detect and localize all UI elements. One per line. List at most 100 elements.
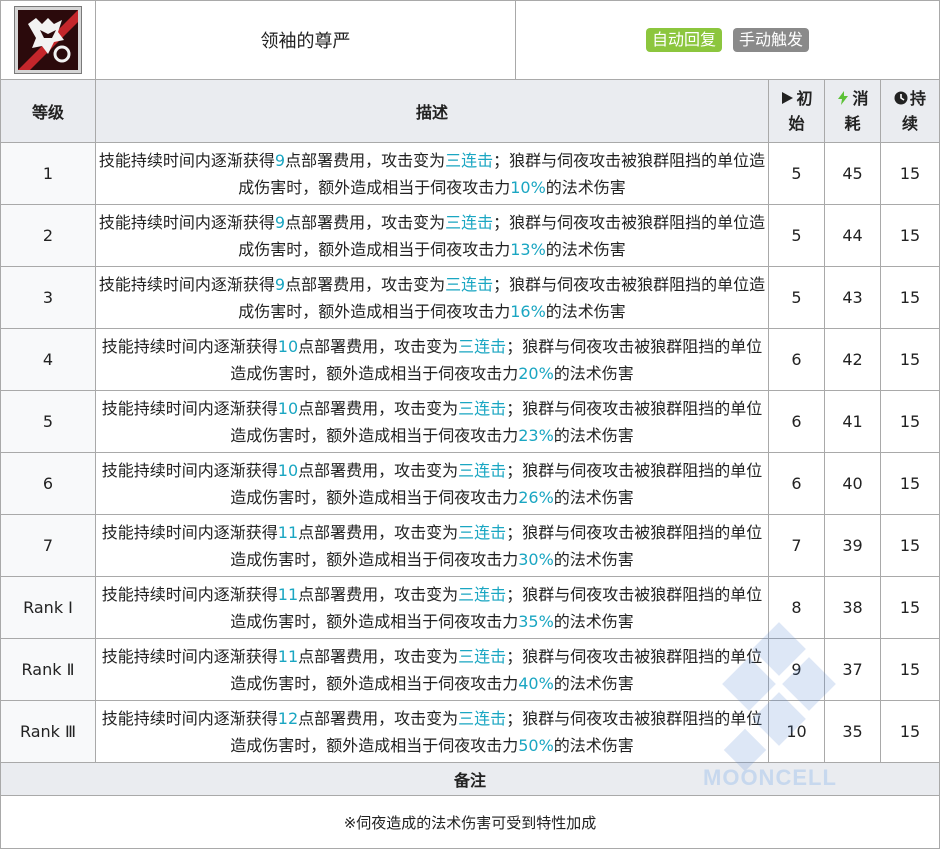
description-cell: 技能持续时间内逐渐获得11点部署费用，攻击变为三连击；狼群与伺夜攻击被狼群阻挡的… xyxy=(95,638,769,701)
skill-levels-body: 1 技能持续时间内逐渐获得9点部署费用，攻击变为三连击；狼群与伺夜攻击被狼群阻挡的… xyxy=(0,142,940,763)
duration-cell: 15 xyxy=(880,576,940,639)
description-text: 的法术伤害 xyxy=(545,239,626,259)
description-text: 点部署费用，攻击变为 xyxy=(285,212,446,232)
description-text: 的法术伤害 xyxy=(545,301,626,321)
attack-mode-text: 三连击 xyxy=(445,212,494,232)
description-text: 的法术伤害 xyxy=(545,177,626,197)
description-text: 点部署费用，攻击变为 xyxy=(298,460,459,480)
description-text: 点部署费用，攻击变为 xyxy=(298,584,459,604)
damage-percent-value: 50% xyxy=(518,735,554,755)
description-text: 点部署费用，攻击变为 xyxy=(298,398,459,418)
initial-sp-cell: 8 xyxy=(768,576,825,639)
damage-percent-value: 26% xyxy=(518,487,554,507)
sp-cost-cell: 41 xyxy=(824,390,881,453)
sp-gain-value: 10 xyxy=(277,398,299,418)
notes-row: ※伺夜造成的法术伤害可受到特性加成 xyxy=(0,795,940,849)
description-text: 点部署费用，攻击变为 xyxy=(298,646,459,666)
sp-gain-value: 10 xyxy=(277,460,299,480)
description-text: 的法术伤害 xyxy=(553,425,634,445)
damage-percent-value: 10% xyxy=(510,177,546,197)
description-text: 技能持续时间内逐渐获得 xyxy=(101,460,278,480)
attack-mode-text: 三连击 xyxy=(445,274,494,294)
sp-gain-value: 11 xyxy=(277,584,299,604)
description-text: 点部署费用，攻击变为 xyxy=(298,522,459,542)
level-column-header: 等级 xyxy=(0,79,96,143)
duration-cell: 15 xyxy=(880,452,940,515)
column-header-row: 等级 描述 初 始 消 耗 持 续 xyxy=(0,79,940,143)
auto-recovery-badge: 自动回复 xyxy=(645,28,722,52)
description-cell: 技能持续时间内逐渐获得9点部署费用，攻击变为三连击；狼群与伺夜攻击被狼群阻挡的单… xyxy=(95,266,769,329)
description-cell: 技能持续时间内逐渐获得10点部署费用，攻击变为三连击；狼群与伺夜攻击被狼群阻挡的… xyxy=(95,328,769,391)
duration-cell: 15 xyxy=(880,514,940,577)
duration-cell: 15 xyxy=(880,142,940,205)
description-text: 点部署费用，攻击变为 xyxy=(285,274,446,294)
description-cell: 技能持续时间内逐渐获得12点部署费用，攻击变为三连击；狼群与伺夜攻击被狼群阻挡的… xyxy=(95,700,769,763)
duration-cell: 15 xyxy=(880,390,940,453)
initial-sp-cell: 10 xyxy=(768,700,825,763)
initial-sp-cell: 5 xyxy=(768,142,825,205)
table-row: 5 技能持续时间内逐渐获得10点部署费用，攻击变为三连击；狼群与伺夜攻击被狼群阻挡… xyxy=(0,390,940,453)
damage-percent-value: 30% xyxy=(518,549,554,569)
description-cell: 技能持续时间内逐渐获得10点部署费用，攻击变为三连击；狼群与伺夜攻击被狼群阻挡的… xyxy=(95,390,769,453)
table-row: Rank Ⅰ 技能持续时间内逐渐获得11点部署费用，攻击变为三连击；狼群与伺夜攻击… xyxy=(0,576,940,639)
clock-icon xyxy=(894,91,908,105)
skill-name: 领袖的尊严 xyxy=(95,0,516,80)
duration-cell: 15 xyxy=(880,638,940,701)
sp-gain-value: 9 xyxy=(274,274,286,294)
table-row: Rank Ⅱ 技能持续时间内逐渐获得11点部署费用，攻击变为三连击；狼群与伺夜攻击… xyxy=(0,638,940,701)
notes-header-row: 备注 xyxy=(0,762,940,796)
description-text: 的法术伤害 xyxy=(553,611,634,631)
lightning-icon xyxy=(838,91,849,105)
attack-mode-text: 三连击 xyxy=(445,150,494,170)
sp-cost-cell: 38 xyxy=(824,576,881,639)
skill-table: 领袖的尊严 自动回复 手动触发 等级 描述 初 始 消 耗 持 续 1 技能持续时… xyxy=(0,0,940,849)
sp-gain-value: 12 xyxy=(277,708,299,728)
damage-percent-value: 16% xyxy=(510,301,546,321)
duration-cell: 15 xyxy=(880,266,940,329)
damage-percent-value: 23% xyxy=(518,425,554,445)
attack-mode-text: 三连击 xyxy=(458,584,507,604)
level-cell: 4 xyxy=(0,328,96,391)
table-row: 6 技能持续时间内逐渐获得10点部署费用，攻击变为三连击；狼群与伺夜攻击被狼群阻挡… xyxy=(0,452,940,515)
initial-sp-cell: 5 xyxy=(768,204,825,267)
skill-table-container: 领袖的尊严 自动回复 手动触发 等级 描述 初 始 消 耗 持 续 1 技能持续时… xyxy=(0,0,940,854)
initial-sp-cell: 7 xyxy=(768,514,825,577)
sp-cost-cell: 35 xyxy=(824,700,881,763)
description-text: 的法术伤害 xyxy=(553,363,634,383)
description-text: 的法术伤害 xyxy=(553,735,634,755)
description-text: 的法术伤害 xyxy=(553,673,634,693)
level-cell: 2 xyxy=(0,204,96,267)
level-cell: Rank Ⅱ xyxy=(0,638,96,701)
description-cell: 技能持续时间内逐渐获得9点部署费用，攻击变为三连击；狼群与伺夜攻击被狼群阻挡的单… xyxy=(95,142,769,205)
initial-sp-column-header: 初 始 xyxy=(768,79,825,143)
level-cell: Rank Ⅲ xyxy=(0,700,96,763)
description-text: 技能持续时间内逐渐获得 xyxy=(101,708,278,728)
description-cell: 技能持续时间内逐渐获得10点部署费用，攻击变为三连击；狼群与伺夜攻击被狼群阻挡的… xyxy=(95,452,769,515)
description-cell: 技能持续时间内逐渐获得9点部署费用，攻击变为三连击；狼群与伺夜攻击被狼群阻挡的单… xyxy=(95,204,769,267)
sp-gain-value: 11 xyxy=(277,522,299,542)
sp-cost-cell: 45 xyxy=(824,142,881,205)
sp-cost-cell: 39 xyxy=(824,514,881,577)
attack-mode-text: 三连击 xyxy=(458,708,507,728)
skill-icon-cell xyxy=(0,0,96,80)
attack-mode-text: 三连击 xyxy=(458,460,507,480)
sp-gain-value: 10 xyxy=(277,336,299,356)
initial-sp-cell: 6 xyxy=(768,452,825,515)
description-text: 技能持续时间内逐渐获得 xyxy=(98,274,275,294)
sp-gain-value: 11 xyxy=(277,646,299,666)
initial-sp-cell: 9 xyxy=(768,638,825,701)
level-cell: 1 xyxy=(0,142,96,205)
duration-cell: 15 xyxy=(880,204,940,267)
description-text: 点部署费用，攻击变为 xyxy=(285,150,446,170)
table-row: 2 技能持续时间内逐渐获得9点部署费用，攻击变为三连击；狼群与伺夜攻击被狼群阻挡的… xyxy=(0,204,940,267)
description-text: 技能持续时间内逐渐获得 xyxy=(101,646,278,666)
sp-cost-cell: 40 xyxy=(824,452,881,515)
description-text: 技能持续时间内逐渐获得 xyxy=(98,212,275,232)
level-cell: 7 xyxy=(0,514,96,577)
notes-header: 备注 xyxy=(0,762,940,796)
skill-trigger-cell: 自动回复 手动触发 xyxy=(515,0,940,80)
initial-sp-cell: 6 xyxy=(768,328,825,391)
description-text: 点部署费用，攻击变为 xyxy=(298,708,459,728)
sp-cost-cell: 43 xyxy=(824,266,881,329)
description-text: 的法术伤害 xyxy=(553,487,634,507)
